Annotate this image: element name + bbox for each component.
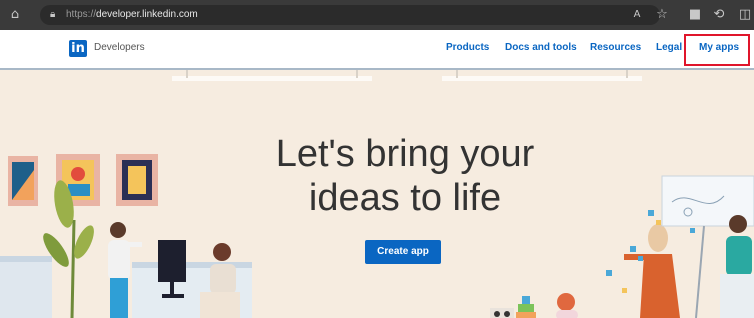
site-header: in Developers Products Docs and tools Re… [0, 30, 754, 70]
extensions-icon[interactable]: ⟲ [710, 0, 728, 30]
person-right [624, 224, 680, 318]
address-bar[interactable]: 🔒︎ https://developer.linkedin.com [40, 5, 660, 25]
create-app-button[interactable]: Create app [365, 240, 441, 264]
browser-toolbar: ⌂ 🔒︎ https://developer.linkedin.com A ☆ … [0, 0, 754, 30]
block-tower [516, 296, 536, 318]
nav-docs-and-tools[interactable]: Docs and tools [505, 42, 577, 53]
shelf-line [172, 76, 372, 81]
hero-title: Let's bring your ideas to life [200, 132, 610, 220]
shelf-line [442, 76, 642, 81]
favorite-star-icon[interactable]: ☆ [653, 0, 671, 30]
hero-title-line-2: ideas to life [308, 177, 502, 219]
radio-toy [490, 308, 514, 318]
linkedin-logo[interactable]: in [69, 40, 87, 57]
split-screen-icon[interactable]: ◫ [736, 0, 754, 30]
person-far-right [720, 215, 754, 318]
collections-icon[interactable]: ■ [686, 0, 704, 30]
hero-section: Let's bring your ideas to life Create ap… [0, 70, 754, 318]
brand-developers[interactable]: Developers [94, 42, 145, 53]
nav-products[interactable]: Products [446, 42, 489, 53]
wall-art-left [8, 154, 158, 206]
my-apps-highlight-box [684, 34, 750, 66]
lock-icon[interactable]: 🔒︎ [50, 5, 55, 25]
home-icon[interactable]: ⌂ [6, 0, 24, 30]
person-center-child [556, 293, 578, 318]
nav-resources[interactable]: Resources [590, 42, 641, 53]
read-aloud-icon[interactable]: A [628, 0, 646, 30]
url-text: https://developer.linkedin.com [66, 9, 198, 20]
hero-title-line-1: Let's bring your [275, 133, 535, 175]
nav-legal[interactable]: Legal [656, 42, 682, 53]
